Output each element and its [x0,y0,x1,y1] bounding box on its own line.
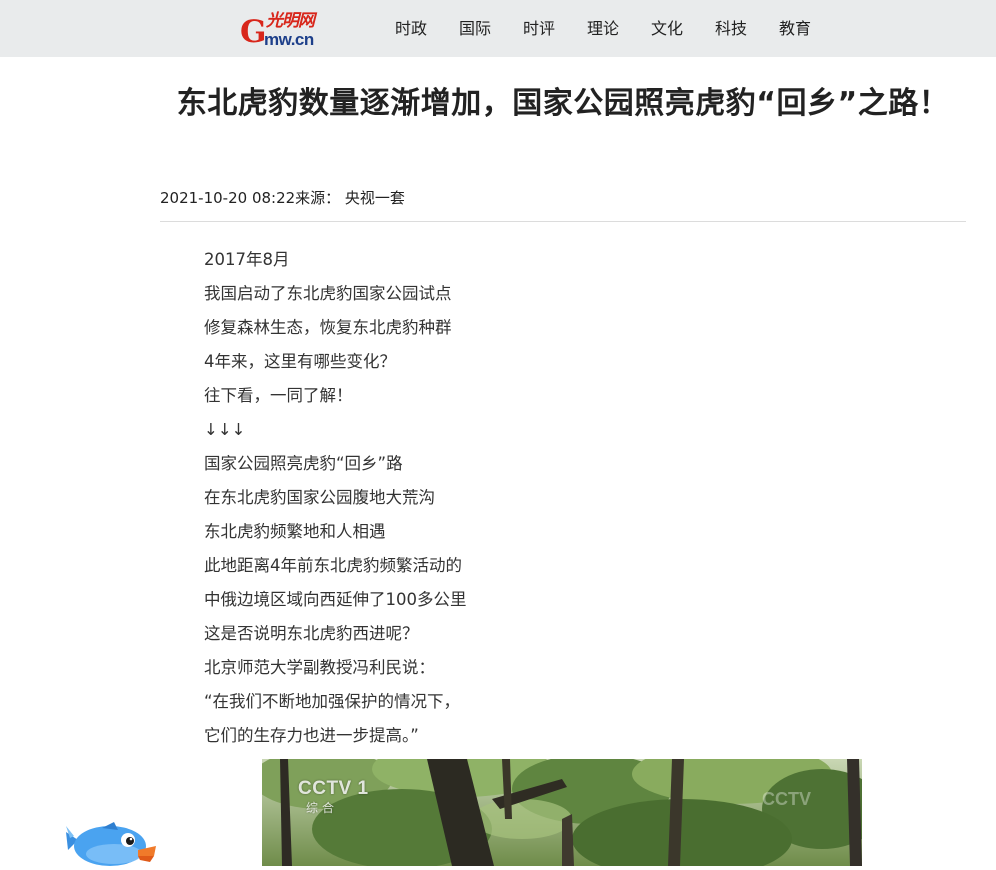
article-paragraph: “在我们不断地加强保护的情况下， [204,692,461,711]
top-navigation-bar: G 光明网 mw.cn 时政 国际 时评 理论 文化 科技 教育 [0,0,996,57]
cctv-channel-logo: CCTV 1 [298,778,369,799]
article-paragraph: 这是否说明东北虎豹西进呢？ [204,624,419,643]
nav-item-technology[interactable]: 科技 [715,18,779,40]
article-paragraph: 在东北虎豹国家公园腹地大荒沟 [204,488,435,507]
nav-item-politics[interactable]: 时政 [395,18,459,40]
article-video-frame[interactable]: CCTV 1 综合 CCTV [262,759,862,866]
article-paragraph: 中俄边境区域向西延伸了100多公里 [204,590,467,609]
article-paragraph: 4年来，这里有哪些变化？ [204,352,396,371]
meta-divider [160,221,966,222]
nav-item-theory[interactable]: 理论 [587,18,651,40]
nav-item-education[interactable]: 教育 [779,18,843,40]
article-paragraph: 2017年8月 [204,250,290,269]
logo-domain: mw.cn [264,30,314,49]
article-title: 东北虎豹数量逐渐增加，国家公园照亮虎豹“回乡”之路！ [176,86,950,121]
article-paragraph: 它们的生存力也进一步提高。” [204,726,419,745]
nav-item-commentary[interactable]: 时评 [523,18,587,40]
article-paragraph: ↓↓↓ [204,420,246,439]
article-paragraph: 修复森林生态，恢复东北虎豹种群 [204,318,452,337]
article-paragraph: 此地距离4年前东北虎豹频繁活动的 [204,556,462,575]
nav-item-culture[interactable]: 文化 [651,18,715,40]
article-paragraph: 北京师范大学副教授冯利民说： [204,658,435,677]
article-paragraph: 我国启动了东北虎豹国家公园试点 [204,284,452,303]
article-meta: 2021-10-20 08:22来源： 央视一套 [160,189,405,207]
logo-g-letter: G [240,14,267,50]
article-body: 2017年8月 我国启动了东北虎豹国家公园试点 修复森林生态，恢复东北虎豹种群 … [204,243,764,753]
article-paragraph: 往下看，一同了解！ [204,386,353,405]
site-logo[interactable]: G 光明网 mw.cn [240,11,342,51]
blue-fish-mascot-icon[interactable] [64,820,158,866]
cctv-watermark: CCTV [762,789,811,809]
logo-chinese-name: 光明网 [266,11,315,31]
article-paragraph: 东北虎豹频繁地和人相遇 [204,522,386,541]
nav-item-international[interactable]: 国际 [459,18,523,40]
forest-scene-image [262,759,862,866]
cctv-channel-name: 综合 [306,801,339,815]
article-paragraph: 国家公园照亮虎豹“回乡”路 [204,454,403,473]
main-nav: 时政 国际 时评 理论 文化 科技 教育 [395,18,843,40]
